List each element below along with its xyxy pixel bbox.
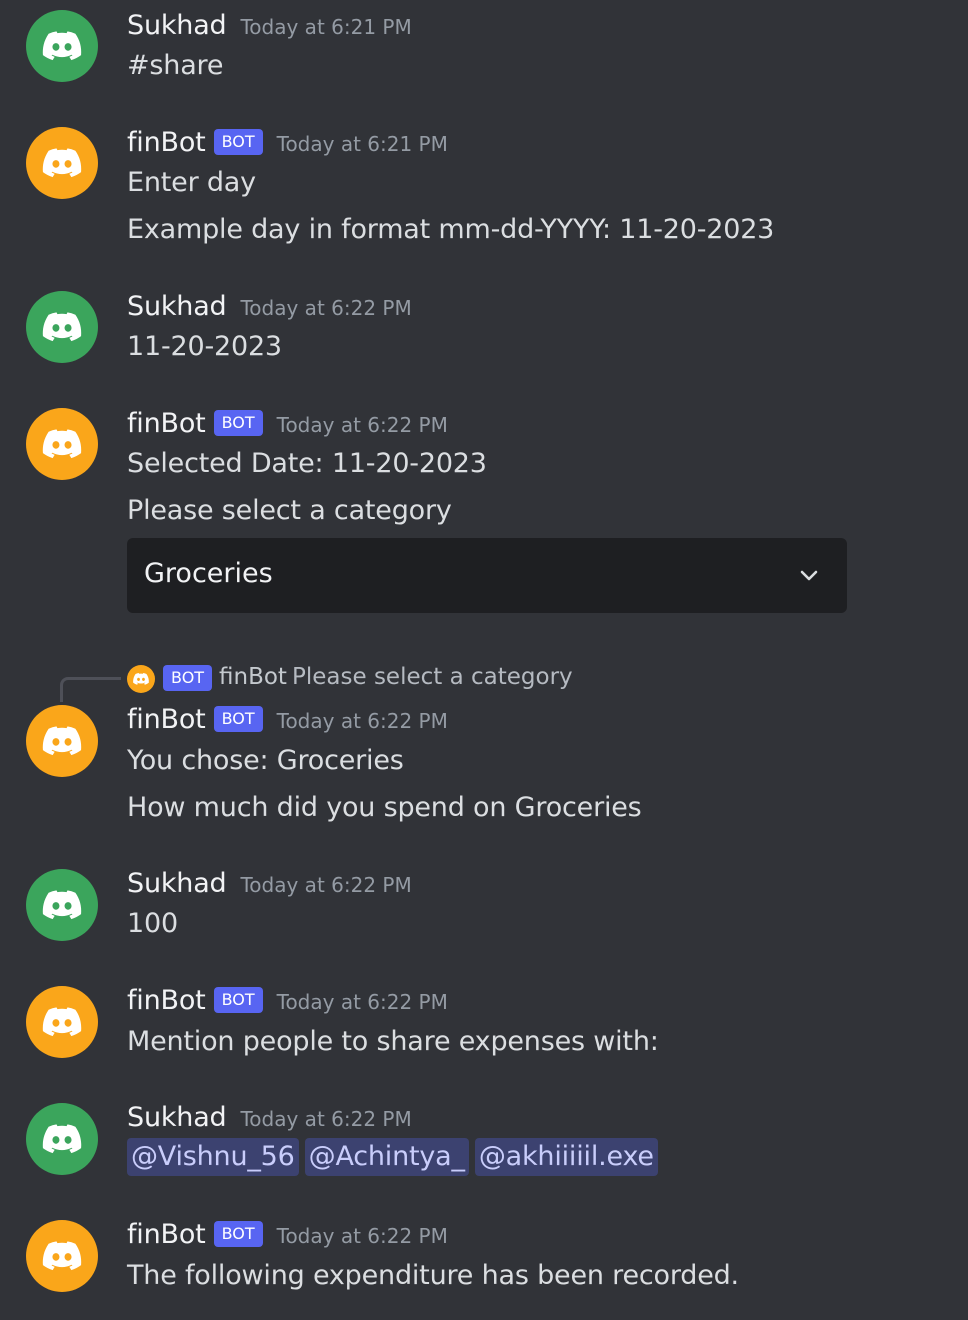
message-text: Please select a category (127, 495, 452, 526)
author-name[interactable]: finBot (127, 985, 206, 1016)
bot-badge: BOT (213, 410, 263, 436)
timestamp: Today at 6:22 PM (240, 873, 412, 897)
category-select-value: Groceries (144, 558, 273, 589)
bot-badge: BOT (213, 987, 263, 1013)
author-name[interactable]: finBot (127, 704, 206, 735)
discord-logo-icon[interactable] (26, 1220, 98, 1292)
reply-author-name[interactable]: finBot (219, 664, 287, 690)
discord-logo-icon[interactable] (26, 705, 98, 777)
message-text: Enter day (127, 167, 256, 198)
timestamp: Today at 6:22 PM (276, 413, 448, 437)
timestamp: Today at 6:22 PM (276, 990, 448, 1014)
discord-logo-icon[interactable] (26, 10, 98, 82)
chevron-down-icon (800, 570, 818, 581)
author-name[interactable]: finBot (127, 127, 206, 158)
message-text: 11-20-2023 (127, 331, 282, 362)
message-text: 100 (127, 908, 178, 939)
timestamp: Today at 6:22 PM (276, 1224, 448, 1248)
mentions-line: @Vishnu_56 @Achintya_ @akhiiiiil.exe (127, 1138, 664, 1176)
discord-logo-icon[interactable] (26, 291, 98, 363)
author-name[interactable]: Sukhad (127, 1102, 227, 1133)
author-name[interactable]: Sukhad (127, 10, 227, 41)
discord-logo-icon (127, 665, 155, 693)
discord-logo-icon[interactable] (26, 986, 98, 1058)
message-text: Selected Date: 11-20-2023 (127, 448, 487, 479)
message-text: How much did you spend on Groceries (127, 792, 642, 823)
discord-logo-icon[interactable] (26, 408, 98, 480)
author-name[interactable]: Sukhad (127, 868, 227, 899)
reply-bot-badge: BOT (163, 665, 213, 691)
user-mention[interactable]: @Achintya_ (304, 1138, 469, 1176)
reply-preview-text[interactable]: Please select a category (292, 664, 573, 690)
timestamp: Today at 6:22 PM (240, 1107, 412, 1131)
timestamp: Today at 6:22 PM (276, 709, 448, 733)
user-mention[interactable]: @akhiiiiil.exe (474, 1138, 658, 1176)
message-text: #share (127, 50, 224, 81)
author-name[interactable]: finBot (127, 1219, 206, 1250)
message-text: You chose: Groceries (127, 745, 404, 776)
message-text: Example day in format mm-dd-YYYY: 11-20-… (127, 214, 775, 245)
timestamp: Today at 6:22 PM (240, 296, 412, 320)
author-name[interactable]: Sukhad (127, 291, 227, 322)
user-mention[interactable]: @Vishnu_56 (127, 1138, 299, 1176)
author-name[interactable]: finBot (127, 408, 206, 439)
timestamp: Today at 6:21 PM (276, 132, 448, 156)
discord-logo-icon[interactable] (26, 1103, 98, 1175)
reply-connector (60, 677, 121, 702)
bot-badge: BOT (213, 706, 263, 732)
message-text: The following expenditure has been recor… (127, 1260, 739, 1291)
message-text: Mention people to share expenses with: (127, 1026, 659, 1057)
bot-badge: BOT (213, 1221, 263, 1247)
category-select[interactable]: Groceries (127, 538, 847, 613)
discord-logo-icon[interactable] (26, 127, 98, 199)
discord-logo-icon[interactable] (26, 869, 98, 941)
bot-badge: BOT (213, 129, 263, 155)
timestamp: Today at 6:21 PM (240, 15, 412, 39)
